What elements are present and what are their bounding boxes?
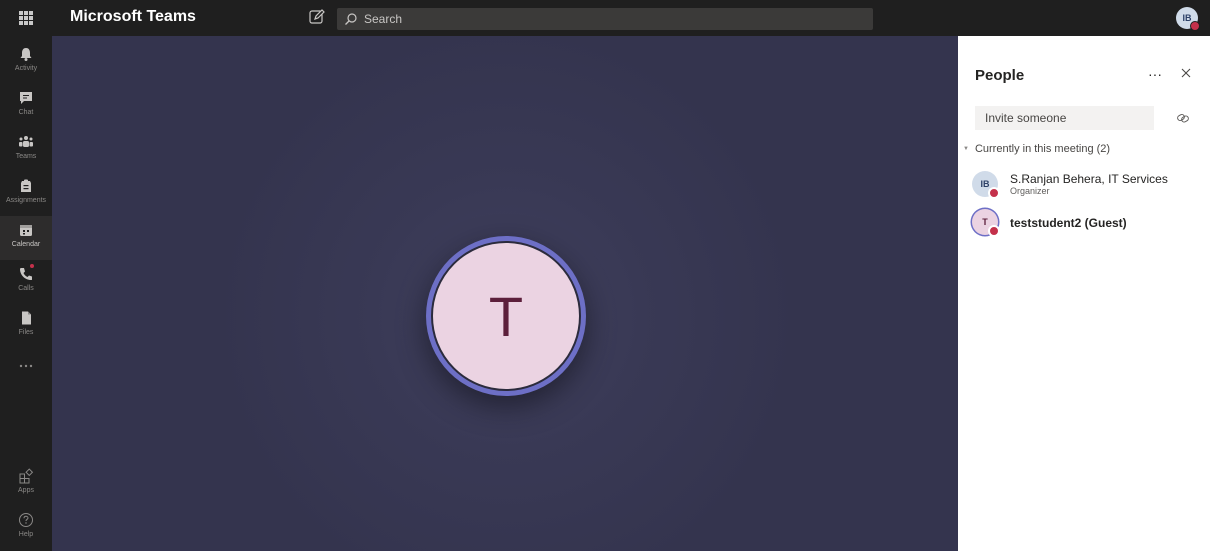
rail-label: Chat [18, 109, 34, 116]
search-input[interactable]: Search [337, 8, 873, 30]
panel-title: People [975, 67, 1025, 84]
participant-row[interactable]: IB S.Ranjan Behera, IT Services Organize… [972, 171, 1202, 205]
participant-role: Organizer [1010, 186, 1050, 196]
rail-label: Calls [18, 285, 34, 292]
invite-placeholder: Invite someone [985, 111, 1067, 125]
caret-down-icon: ▼ [963, 146, 969, 152]
rail-label: Calendar [11, 241, 41, 248]
busy-status-icon [988, 187, 1000, 199]
rail-assignments[interactable]: Assignments [0, 172, 52, 216]
rail-more-apps[interactable] [0, 348, 52, 392]
assignments-icon [21, 179, 31, 192]
rail-activity[interactable]: Activity [0, 40, 52, 84]
section-label: Currently in this meeting (2) [974, 143, 1111, 155]
app-launcher-button[interactable] [0, 0, 52, 36]
participant-avatar: T [431, 241, 581, 391]
busy-status-icon [988, 225, 1000, 237]
avatar: T [972, 209, 1000, 237]
app-title: Microsoft Teams [70, 8, 196, 25]
more-options-button[interactable]: ··· [1148, 66, 1162, 82]
calendar-icon [20, 225, 32, 236]
teams-window: Microsoft Teams Search IB Activity Chat [0, 0, 1210, 551]
profile-initials: IB [1182, 13, 1192, 23]
section-header[interactable]: ▼ Currently in this meeting (2) [963, 143, 1110, 155]
rail-label: Files [18, 329, 34, 336]
search-icon [345, 13, 357, 25]
more-icon [19, 364, 33, 368]
people-panel: People ··· Invite someone ▼ Currently in… [958, 36, 1210, 551]
rail-apps[interactable]: Apps [0, 462, 52, 506]
title-bar: Microsoft Teams Search IB [0, 0, 1210, 36]
profile-avatar[interactable]: IB [1176, 7, 1200, 31]
teams-icon [19, 136, 33, 147]
phone-icon [20, 268, 32, 280]
rail-label: Assignments [5, 197, 47, 204]
rail-files[interactable]: Files [0, 304, 52, 348]
rail-teams[interactable]: Teams [0, 128, 52, 172]
notification-dot [30, 264, 34, 268]
files-icon [22, 311, 31, 325]
rail-chat[interactable]: Chat [0, 84, 52, 128]
apps-icon [19, 468, 34, 484]
app-bar: Activity Chat Teams Assignments Calendar… [0, 36, 52, 551]
rail-label: Help [18, 531, 34, 538]
participant-tile[interactable]: T [426, 236, 586, 396]
participant-name: teststudent2 (Guest) [1010, 216, 1127, 230]
new-chat-icon[interactable] [308, 8, 326, 26]
close-icon[interactable] [1180, 67, 1192, 79]
invite-input[interactable]: Invite someone [975, 106, 1154, 130]
participant-row[interactable]: T teststudent2 (Guest) [972, 209, 1202, 243]
avatar: IB [972, 171, 1000, 199]
rail-help[interactable]: Help [0, 506, 52, 550]
rail-label: Teams [15, 153, 37, 160]
bell-icon [20, 48, 32, 61]
rail-calendar[interactable]: Calendar [0, 216, 52, 260]
participant-name: S.Ranjan Behera, IT Services [1010, 172, 1168, 186]
chat-icon [20, 92, 32, 104]
busy-status-icon [1190, 21, 1200, 31]
rail-label: Activity [14, 65, 38, 72]
waffle-icon [19, 11, 33, 25]
rail-label: Apps [18, 487, 34, 494]
avatar-initials: T [982, 217, 988, 227]
search-placeholder: Search [364, 12, 403, 26]
rail-calls[interactable]: Calls [0, 260, 52, 304]
avatar-initials: IB [980, 179, 990, 189]
help-icon [19, 513, 33, 527]
share-link-icon[interactable] [1176, 111, 1190, 125]
participant-initial: T [488, 284, 524, 348]
